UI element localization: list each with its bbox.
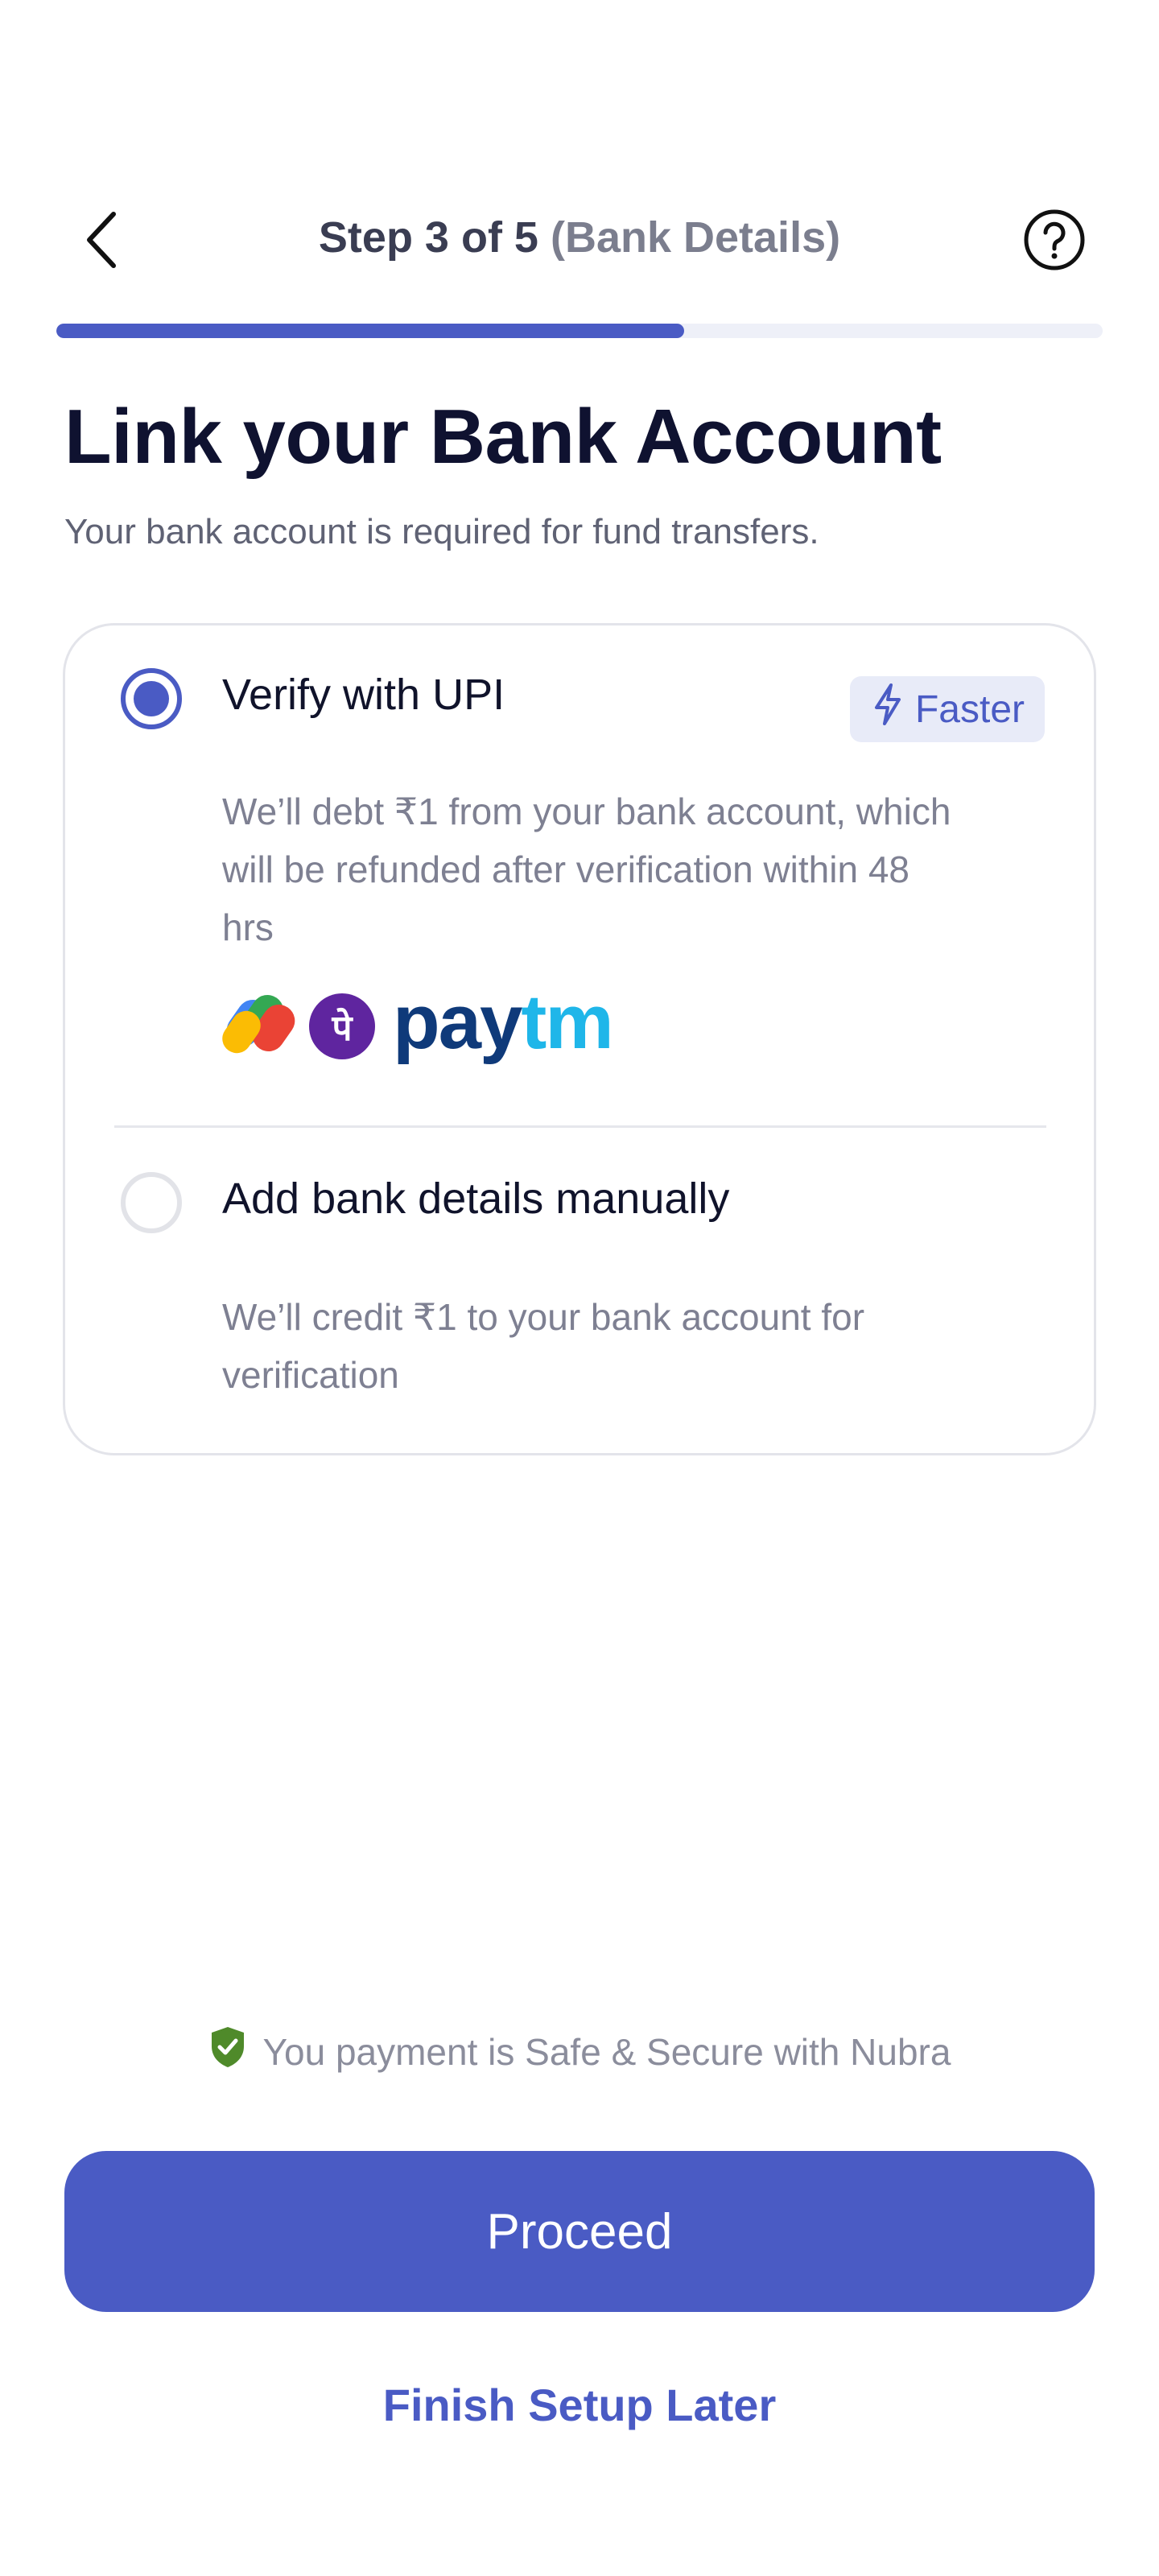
paytm-logo-tm: tm	[521, 979, 613, 1065]
phonepe-glyph: पे	[332, 1008, 353, 1049]
upi-option-title[interactable]: Verify with UPI	[222, 670, 505, 720]
page-title: Link your Bank Account	[64, 394, 942, 480]
options-divider	[114, 1125, 1046, 1128]
step-title: Step 3 of 5 (Bank Details)	[0, 213, 1159, 262]
shield-check-icon	[208, 2025, 247, 2078]
manual-desc-line: verification	[222, 1354, 399, 1396]
proceed-button[interactable]: Proceed	[64, 2151, 1095, 2312]
upi-desc-line: will be refunded after verification with…	[222, 848, 910, 890]
paytm-logo: paytm	[393, 979, 614, 1065]
progress-fill	[56, 324, 684, 338]
step-label: Step 3 of 5	[318, 213, 538, 262]
secure-payment-note: You payment is Safe & Secure with Nubra	[0, 2025, 1159, 2078]
question-circle-icon	[1022, 208, 1087, 276]
upi-desc-line: We’ll debt ₹1 from your bank account, wh…	[222, 791, 951, 832]
manual-desc-line: We’ll credit ₹1 to your bank account for	[222, 1296, 865, 1338]
google-pay-logo	[222, 990, 303, 1063]
page-subtitle: Your bank account is required for fund t…	[64, 512, 819, 551]
faster-badge-label: Faster	[914, 687, 1025, 731]
progress-bar	[56, 324, 1103, 338]
lightning-icon	[870, 682, 905, 737]
upi-radio[interactable]	[121, 668, 182, 729]
upi-desc-line: hrs	[222, 906, 274, 948]
step-sublabel: (Bank Details)	[550, 213, 841, 262]
radio-dot	[134, 681, 169, 716]
manual-radio[interactable]	[121, 1172, 182, 1233]
paytm-logo-pay: pay	[393, 979, 522, 1065]
manual-option-description: We’ll credit ₹1 to your bank account for…	[222, 1288, 864, 1404]
finish-setup-later-link[interactable]: Finish Setup Later	[0, 2379, 1159, 2431]
phonepe-logo: पे	[309, 993, 375, 1059]
faster-badge: Faster	[850, 676, 1045, 742]
secure-payment-text: You payment is Safe & Secure with Nubra	[262, 2030, 951, 2073]
manual-option-title[interactable]: Add bank details manually	[222, 1174, 729, 1224]
help-button[interactable]	[1021, 208, 1088, 275]
upi-option-description: We’ll debt ₹1 from your bank account, wh…	[222, 782, 951, 956]
